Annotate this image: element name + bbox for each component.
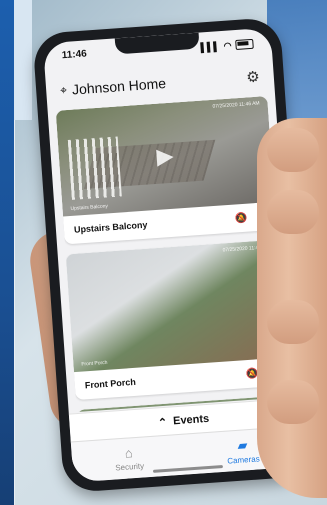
camera-card[interactable]: 07/25/2020 11:46 AM Upstairs Balcony ▶ U… bbox=[55, 95, 277, 245]
finger bbox=[267, 380, 319, 424]
location-pin-icon: ⌖ bbox=[59, 82, 68, 97]
finger bbox=[267, 128, 319, 172]
finger bbox=[267, 190, 319, 234]
tab-label: Security bbox=[114, 461, 145, 473]
finger bbox=[267, 300, 319, 344]
feed-label: Front Porch bbox=[81, 359, 108, 368]
camera-name: Upstairs Balcony bbox=[73, 219, 148, 235]
tab-label: Cameras bbox=[226, 453, 260, 466]
tab-security[interactable]: ⌂ Security bbox=[71, 435, 188, 483]
wifi-icon: ◠ bbox=[223, 39, 232, 51]
status-time: 11:46 bbox=[61, 48, 88, 62]
balcony-rail bbox=[67, 136, 122, 200]
camera-name: Front Porch bbox=[84, 376, 137, 391]
door-frame bbox=[0, 0, 15, 505]
camera-list: 07/25/2020 11:46 AM Upstairs Balcony ▶ U… bbox=[55, 95, 289, 413]
signal-icon: ▌▌▌ bbox=[200, 41, 221, 53]
camera-feed[interactable]: 07/25/2020 11:46 AM Front Porch bbox=[65, 239, 286, 373]
events-label: Events bbox=[172, 412, 210, 428]
camera-icon: ▰ bbox=[236, 436, 248, 453]
camera-feed[interactable]: 07/25/2020 11:46 AM Upstairs Balcony ▶ bbox=[55, 95, 275, 217]
home-icon: ⌂ bbox=[124, 445, 134, 461]
mute-notifications-icon[interactable]: 🔕 bbox=[235, 212, 248, 224]
settings-gear-icon[interactable]: ⚙ bbox=[246, 67, 261, 86]
camera-card[interactable]: 07/25/2020 11:46 AM Front Porch Front Po… bbox=[65, 239, 288, 401]
background-window bbox=[14, 0, 32, 120]
play-icon[interactable]: ▶ bbox=[156, 143, 175, 170]
location-selector[interactable]: ⌖ Johnson Home bbox=[60, 75, 167, 98]
chevron-up-icon: ⌃ bbox=[157, 416, 168, 429]
battery-icon bbox=[235, 38, 254, 51]
feed-label: Upstairs Balcony bbox=[70, 203, 109, 212]
location-name: Johnson Home bbox=[71, 75, 167, 98]
feed-timestamp: 07/25/2020 11:46 AM bbox=[212, 100, 260, 110]
